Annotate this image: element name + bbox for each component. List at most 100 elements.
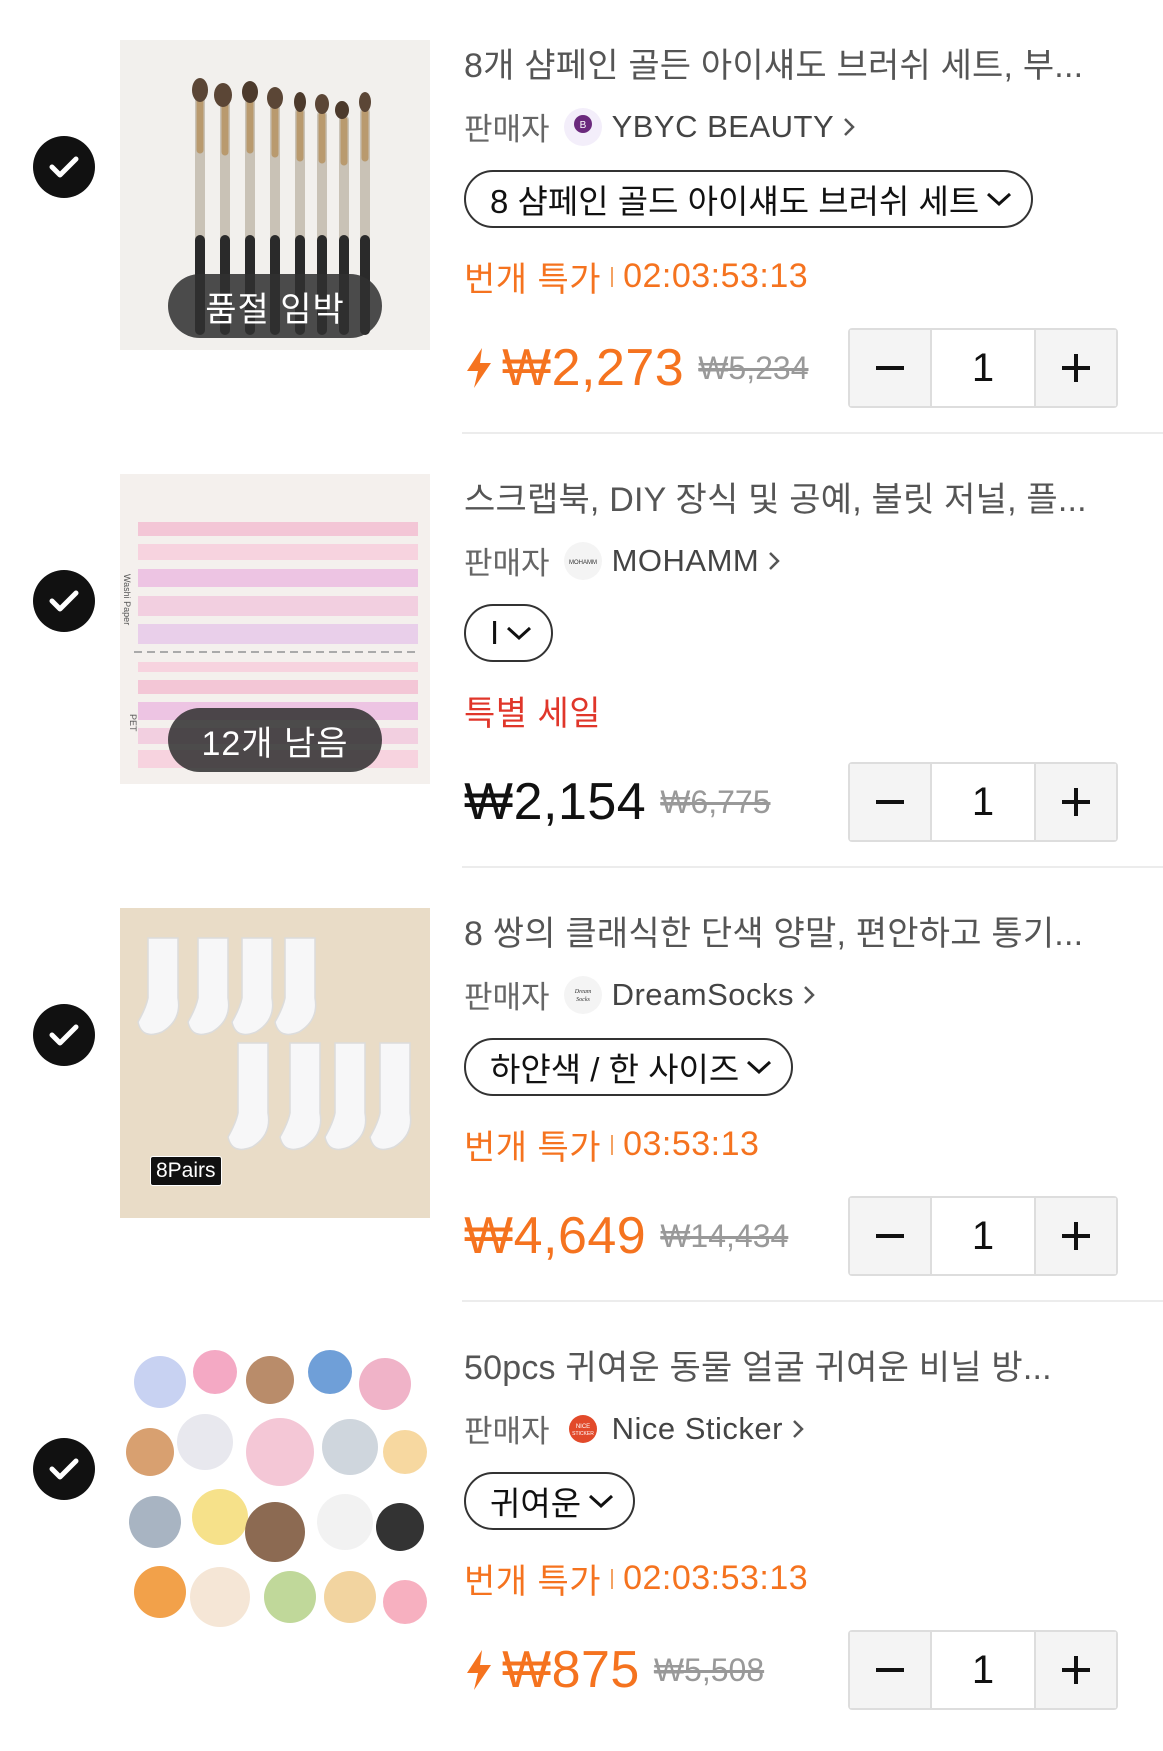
quantity-stepper: 1 bbox=[848, 328, 1118, 408]
variant-selector[interactable]: 8 샴페인 골드 아이섀도 브러쉬 세트 bbox=[464, 170, 1034, 228]
original-price: ₩6,775 bbox=[660, 783, 771, 820]
quantity-stepper: 1 bbox=[848, 1630, 1118, 1710]
product-image[interactable] bbox=[120, 1342, 430, 1652]
seller-logo-icon: NICE STICKER bbox=[563, 1409, 602, 1448]
decrease-button[interactable] bbox=[850, 1198, 930, 1274]
pairs-tag: 8Pairs bbox=[150, 1156, 222, 1186]
seller-logo-icon: B bbox=[563, 107, 602, 146]
increase-button[interactable] bbox=[1036, 1198, 1116, 1274]
product-title[interactable]: 스크랩북, DIY 장식 및 공예, 불릿 저널, 플... bbox=[464, 472, 1124, 521]
plus-icon bbox=[1062, 1656, 1090, 1684]
pet-label: PET bbox=[128, 714, 138, 732]
original-price: ₩5,234 bbox=[698, 349, 809, 386]
minus-icon bbox=[876, 366, 904, 370]
promo-label: 번개 특가 bbox=[464, 261, 602, 299]
minus-icon bbox=[876, 1234, 904, 1238]
flash-sale-timer: 번개 특가 03:53:13 bbox=[464, 1120, 759, 1169]
cart-item: 8Pairs 8 쌍의 클래식한 단색 양말, 편안하고 통기... 판매자 D… bbox=[0, 868, 1163, 1302]
seller-link[interactable]: 판매자 Dream Socks DreamSocks bbox=[464, 972, 816, 1017]
product-image[interactable]: 8Pairs bbox=[120, 908, 430, 1218]
check-icon bbox=[49, 590, 79, 612]
minus-icon bbox=[876, 800, 904, 804]
decrease-button[interactable] bbox=[850, 764, 930, 840]
variant-selector[interactable]: 귀여운 bbox=[464, 1472, 636, 1530]
decrease-button[interactable] bbox=[850, 1632, 930, 1708]
increase-button[interactable] bbox=[1036, 1632, 1116, 1708]
svg-text:MOHAMM: MOHAMM bbox=[569, 560, 597, 566]
sale-price: ₩4,649 bbox=[464, 1207, 647, 1265]
select-checkbox[interactable] bbox=[33, 1004, 95, 1066]
special-sale-label: 특별 세일 bbox=[464, 686, 601, 735]
chevron-right-icon bbox=[793, 1419, 804, 1438]
quantity-value[interactable]: 1 bbox=[930, 1198, 1036, 1274]
product-title[interactable]: 50pcs 귀여운 동물 얼굴 귀여운 비닐 방... bbox=[464, 1340, 1124, 1389]
variant-label: I bbox=[490, 614, 500, 651]
promo-countdown: 02:03:53:13 bbox=[623, 257, 809, 295]
seller-label: 판매자 bbox=[464, 112, 550, 147]
increase-button[interactable] bbox=[1036, 330, 1116, 406]
quantity-stepper: 1 bbox=[848, 762, 1118, 842]
animal-stickers-icon bbox=[120, 1342, 430, 1652]
sale-price: ₩875 bbox=[502, 1641, 640, 1699]
increase-button[interactable] bbox=[1036, 764, 1116, 840]
quantity-value[interactable]: 1 bbox=[930, 1632, 1036, 1708]
original-price: ₩14,434 bbox=[660, 1217, 789, 1254]
original-price: ₩5,508 bbox=[653, 1651, 765, 1688]
select-checkbox[interactable] bbox=[33, 570, 95, 632]
seller-label: 판매자 bbox=[464, 546, 550, 581]
product-image[interactable]: 품절 임박 bbox=[120, 40, 430, 350]
chevron-down-icon bbox=[987, 192, 1012, 207]
product-title[interactable]: 8개 샴페인 골든 아이섀도 브러쉬 세트, 부... bbox=[464, 38, 1124, 87]
quantity-stepper: 1 bbox=[848, 1196, 1118, 1276]
seller-logo-icon: Dream Socks bbox=[563, 975, 602, 1014]
svg-text:Socks: Socks bbox=[576, 997, 590, 1003]
price-row: ₩2,154 ₩6,775 bbox=[464, 762, 771, 842]
promo-label: 특별 세일 bbox=[464, 695, 602, 733]
chevron-down-icon bbox=[747, 1060, 772, 1075]
select-checkbox[interactable] bbox=[33, 1438, 95, 1500]
plus-icon bbox=[1062, 354, 1090, 382]
lightning-icon bbox=[467, 1650, 491, 1690]
seller-name: MOHAMM bbox=[611, 542, 760, 578]
chevron-right-icon bbox=[769, 551, 780, 570]
seller-link[interactable]: 판매자 B YBYC BEAUTY bbox=[464, 104, 856, 149]
chevron-right-icon bbox=[844, 117, 855, 136]
seller-logo-icon: MOHAMM bbox=[563, 541, 602, 580]
variant-selector[interactable]: 하얀색 / 한 사이즈 bbox=[464, 1038, 794, 1096]
promo-label: 번개 특가 bbox=[464, 1129, 602, 1167]
seller-label: 판매자 bbox=[464, 1414, 550, 1449]
price-row: ₩4,649 ₩14,434 bbox=[464, 1196, 788, 1276]
promo-countdown: 03:53:13 bbox=[623, 1125, 760, 1163]
svg-text:STICKER: STICKER bbox=[572, 1431, 594, 1437]
washi-paper-label: Washi Paper bbox=[122, 574, 132, 626]
check-icon bbox=[49, 156, 79, 178]
variant-selector[interactable]: I bbox=[464, 604, 554, 662]
quantity-value[interactable]: 1 bbox=[930, 330, 1036, 406]
flash-sale-timer: 번개 특가 02:03:53:13 bbox=[464, 1554, 808, 1603]
svg-text:B: B bbox=[579, 120, 586, 131]
select-checkbox[interactable] bbox=[33, 136, 95, 198]
variant-label: 8 샴페인 골드 아이섀도 브러쉬 세트 bbox=[490, 183, 980, 220]
product-image[interactable]: Washi Paper PET 12개 남음 bbox=[120, 474, 430, 784]
plus-icon bbox=[1062, 788, 1090, 816]
cart-item: 품절 임박 8개 샴페인 골든 아이섀도 브러쉬 세트, 부... 판매자 B … bbox=[0, 0, 1163, 434]
decrease-button[interactable] bbox=[850, 330, 930, 406]
flash-sale-timer: 번개 특가 02:03:53:13 bbox=[464, 252, 808, 301]
lightning-icon bbox=[467, 348, 491, 388]
seller-label: 판매자 bbox=[464, 980, 550, 1015]
price-row: ₩2,273 ₩5,234 bbox=[464, 328, 809, 408]
cart-item: Washi Paper PET 12개 남음 스크랩북, DIY 장식 및 공예… bbox=[0, 434, 1163, 868]
quantity-value[interactable]: 1 bbox=[930, 764, 1036, 840]
seller-link[interactable]: 판매자 NICE STICKER Nice Sticker bbox=[464, 1406, 805, 1451]
chevron-down-icon bbox=[589, 1494, 614, 1509]
seller-name: DreamSocks bbox=[611, 976, 794, 1012]
chevron-right-icon bbox=[804, 985, 815, 1004]
cart-item: 50pcs 귀여운 동물 얼굴 귀여운 비닐 방... 판매자 NICE STIC… bbox=[0, 1302, 1163, 1736]
product-title[interactable]: 8 쌍의 클래식한 단색 양말, 편안하고 통기... bbox=[464, 906, 1124, 955]
promo-countdown: 02:03:53:13 bbox=[623, 1559, 809, 1597]
variant-label: 하얀색 / 한 사이즈 bbox=[490, 1051, 740, 1088]
svg-text:NICE: NICE bbox=[575, 1424, 589, 1430]
stock-badge: 12개 남음 bbox=[168, 708, 382, 772]
seller-link[interactable]: 판매자 MOHAMM MOHAMM bbox=[464, 538, 781, 583]
check-icon bbox=[49, 1024, 79, 1046]
